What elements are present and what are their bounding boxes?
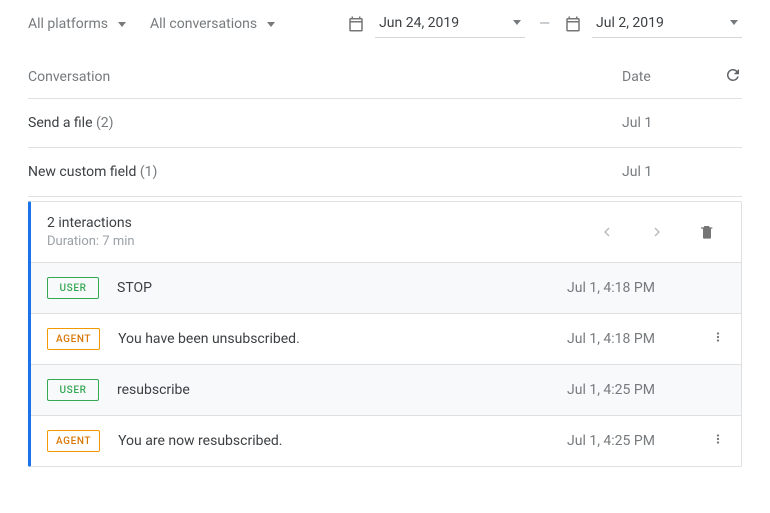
messages-container: USER STOP Jul 1, 4:18 PM AGENT You have been… xyxy=(31,262,741,466)
calendar-icon xyxy=(347,15,365,33)
caret-down-icon xyxy=(513,20,521,25)
message-text: You are now resubscribed. xyxy=(118,433,549,449)
chevron-right-icon xyxy=(648,223,666,241)
range-separator: — xyxy=(535,16,554,32)
row-date: Jul 1 xyxy=(622,115,702,131)
message-row: USER STOP Jul 1, 4:18 PM xyxy=(31,262,741,313)
conversation-panel: 2 interactions Duration: 7 min USER STOP J… xyxy=(28,201,742,467)
panel-duration: Duration: 7 min xyxy=(47,234,575,249)
header-conversation: Conversation xyxy=(28,69,622,85)
message-text: resubscribe xyxy=(117,382,549,398)
rows-container: Send a file (2)Jul 1New custom field (1)… xyxy=(0,99,770,197)
kebab-icon xyxy=(711,432,725,446)
message-time: Jul 1, 4:25 PM xyxy=(567,382,677,398)
platform-filter[interactable]: All platforms xyxy=(28,16,126,32)
message-time: Jul 1, 4:18 PM xyxy=(567,280,677,296)
table-row[interactable]: New custom field (1)Jul 1 xyxy=(0,148,770,196)
message-row: AGENT You are now resubscribed. Jul 1, 4:2… xyxy=(31,415,741,466)
date-start-label: Jun 24, 2019 xyxy=(379,15,503,31)
date-range: Jun 24, 2019 — Jul 2, 2019 xyxy=(347,11,742,38)
caret-down-icon xyxy=(267,22,275,27)
row-date: Jul 1 xyxy=(622,164,702,180)
role-badge: AGENT xyxy=(47,430,100,452)
message-menu-button[interactable] xyxy=(695,330,725,348)
row-count: (1) xyxy=(140,164,158,180)
platform-filter-label: All platforms xyxy=(28,16,108,32)
trash-icon xyxy=(699,223,715,241)
message-row: AGENT You have been unsubscribed. Jul 1, 4… xyxy=(31,313,741,364)
panel-prev-button[interactable] xyxy=(589,214,625,250)
message-row: USER resubscribe Jul 1, 4:25 PM xyxy=(31,364,741,415)
divider xyxy=(28,196,742,197)
filters-bar: All platforms All conversations Jun 24, … xyxy=(0,0,770,48)
row-title: Send a file (2) xyxy=(28,115,622,131)
calendar-icon xyxy=(564,15,582,33)
conversation-filter[interactable]: All conversations xyxy=(150,16,275,32)
table-row[interactable]: Send a file (2)Jul 1 xyxy=(0,99,770,147)
role-badge: AGENT xyxy=(47,328,100,350)
panel-header: 2 interactions Duration: 7 min xyxy=(31,202,741,262)
message-time: Jul 1, 4:18 PM xyxy=(567,331,677,347)
message-menu-button[interactable] xyxy=(695,432,725,450)
message-text: You have been unsubscribed. xyxy=(118,331,549,347)
message-text: STOP xyxy=(117,280,549,296)
conversation-filter-label: All conversations xyxy=(150,16,257,32)
refresh-icon xyxy=(724,66,742,84)
header-date: Date xyxy=(622,69,702,85)
date-start-picker[interactable]: Jun 24, 2019 xyxy=(375,11,525,38)
panel-next-button[interactable] xyxy=(639,214,675,250)
row-title: New custom field (1) xyxy=(28,164,622,180)
row-count: (2) xyxy=(96,115,114,131)
role-badge: USER xyxy=(47,277,99,299)
chevron-left-icon xyxy=(598,223,616,241)
date-end-picker[interactable]: Jul 2, 2019 xyxy=(592,11,742,38)
table-header: Conversation Date xyxy=(0,48,770,98)
role-badge: USER xyxy=(47,379,99,401)
panel-delete-button[interactable] xyxy=(689,214,725,250)
kebab-icon xyxy=(711,330,725,344)
panel-interactions: 2 interactions xyxy=(47,215,575,231)
date-end-label: Jul 2, 2019 xyxy=(596,15,720,31)
caret-down-icon xyxy=(118,22,126,27)
panel-info: 2 interactions Duration: 7 min xyxy=(47,215,575,249)
refresh-button[interactable] xyxy=(702,66,742,88)
message-time: Jul 1, 4:25 PM xyxy=(567,433,677,449)
caret-down-icon xyxy=(730,20,738,25)
